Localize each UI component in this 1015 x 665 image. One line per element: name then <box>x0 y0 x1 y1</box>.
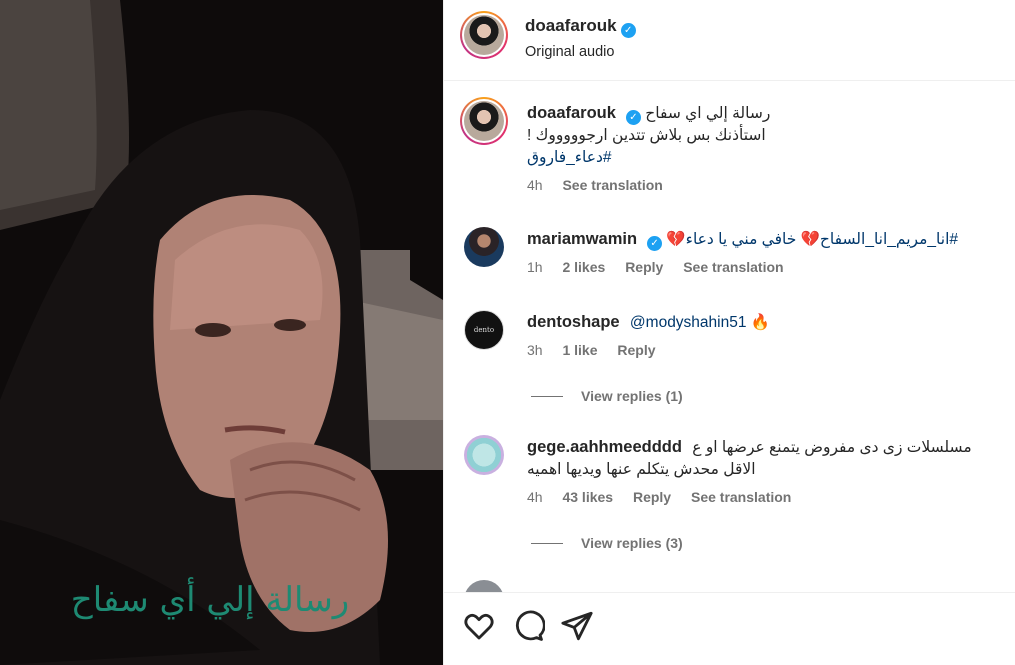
comment-item: gege.aahhmeedddd مسلسلات زى دى مفروض يتم… <box>527 436 997 505</box>
comment-text: #انا_مريم_انا_السفاح💔 خافي مني يا دعاء💔 <box>666 231 958 248</box>
post-header: doaafarouk ✓ Original audio <box>444 0 1015 81</box>
comment-item: dentoshape @modyshahin51 🔥 3h 1 like Rep… <box>527 311 997 358</box>
see-translation-button[interactable]: See translation <box>691 489 791 505</box>
caption-line-2: استأذنك بس بلاش تتدين ارجوووووك ! <box>527 127 766 144</box>
verified-badge-icon: ✓ <box>625 110 641 125</box>
caption-see-translation[interactable]: See translation <box>562 177 662 193</box>
verified-badge-icon: ✓ <box>620 23 636 38</box>
comment-time: 4h <box>527 489 543 505</box>
see-translation-button[interactable]: See translation <box>683 259 783 275</box>
comments-list[interactable]: doaafarouk ✓ رسالة إلي اي سفاح استأذنك بس… <box>444 82 1015 592</box>
comment-likes[interactable]: 43 likes <box>562 489 613 505</box>
comment-text[interactable]: @modyshahin51 🔥 <box>630 314 770 331</box>
view-replies-button[interactable]: View replies (3) <box>531 535 683 551</box>
comment-username[interactable]: mariamwamin <box>527 230 637 248</box>
share-icon[interactable] <box>560 609 594 643</box>
comment-username[interactable]: gege.aahhmeedddd <box>527 438 682 456</box>
comment-avatar[interactable] <box>464 580 504 592</box>
caption-hashtag[interactable]: #دعاء_فاروق <box>527 147 997 169</box>
divider-line <box>531 395 563 397</box>
post-panel: doaafarouk ✓ Original audio doaafarouk ✓ ر… <box>443 0 1015 665</box>
caption-line-1: رسالة إلي اي سفاح <box>645 105 771 122</box>
caption-username[interactable]: doaafarouk <box>527 104 616 122</box>
audio-label[interactable]: Original audio <box>525 44 636 60</box>
comment-likes[interactable]: 2 likes <box>562 259 605 275</box>
comment-time: 3h <box>527 342 543 358</box>
comment-time: 1h <box>527 259 543 275</box>
view-replies-label: View replies (1) <box>581 388 683 404</box>
reply-button[interactable]: Reply <box>617 342 655 358</box>
reply-button[interactable]: Reply <box>625 259 663 275</box>
reply-button[interactable]: Reply <box>633 489 671 505</box>
author-username[interactable]: doaafarouk <box>525 16 617 35</box>
caption: doaafarouk ✓ رسالة إلي اي سفاح استأذنك بس… <box>527 102 997 193</box>
author-avatar[interactable] <box>460 11 508 59</box>
comment-avatar[interactable] <box>464 435 504 475</box>
divider-line <box>531 542 563 544</box>
view-replies-label: View replies (3) <box>581 535 683 551</box>
comment-avatar[interactable]: dento <box>464 310 504 350</box>
caption-time: 4h <box>527 177 543 193</box>
comment-avatar[interactable] <box>464 227 504 267</box>
comment-likes[interactable]: 1 like <box>562 342 597 358</box>
comment-item: mariamwamin ✓ #انا_مريم_انا_السفاح💔 خافي … <box>527 228 997 275</box>
comment-icon[interactable] <box>511 609 545 643</box>
heart-icon[interactable] <box>462 609 496 643</box>
video-player[interactable]: رسالة إلي أي سفاح <box>0 0 443 665</box>
view-replies-button[interactable]: View replies (1) <box>531 388 683 404</box>
comment-username[interactable]: dentoshape <box>527 313 620 331</box>
instagram-post-view: رسالة إلي أي سفاح doaafarouk ✓ Original a… <box>0 0 1015 665</box>
caption-avatar[interactable] <box>460 97 508 145</box>
post-actions-bar <box>444 592 1015 665</box>
verified-badge-icon: ✓ <box>647 236 663 251</box>
video-caption-overlay: رسالة إلي أي سفاح <box>70 580 350 620</box>
video-frame <box>0 0 443 665</box>
